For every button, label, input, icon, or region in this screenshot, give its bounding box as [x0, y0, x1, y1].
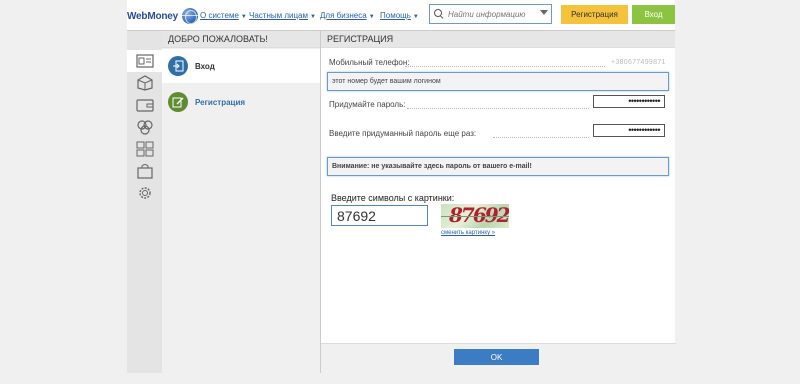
nav-personal[interactable]: Частным лицам ▼ [249, 11, 316, 20]
sidebar-item-calculator[interactable] [127, 138, 162, 160]
main-panel: ДОБРО ПОЖАЛОВАТЬ! Вход Регистрация РЕГИС… [127, 30, 676, 373]
globe-icon [182, 8, 198, 24]
search-box[interactable] [429, 4, 552, 24]
password-repeat-field[interactable]: •••••••••••• [593, 124, 665, 137]
nav-help[interactable]: Помощь ▼ [380, 11, 419, 20]
caret-down-icon: ▼ [368, 14, 375, 20]
search-input[interactable] [448, 9, 536, 19]
left-item-register-label: Регистрация [195, 97, 246, 107]
form-title: РЕГИСТРАЦИЯ [321, 31, 675, 48]
phone-label: Мобильный телефон: [329, 58, 410, 67]
caret-down-icon: ▼ [240, 14, 247, 20]
change-captcha-link[interactable]: сменить картинку » [441, 230, 495, 236]
login-icon [168, 56, 188, 76]
captcha-input[interactable] [331, 205, 428, 226]
wallet-icon [135, 99, 154, 112]
icon-sidebar [127, 31, 162, 373]
register-button[interactable]: Регистрация [561, 5, 628, 24]
nav-help-label: Помощь [380, 11, 411, 20]
ok-button[interactable]: OK [454, 349, 539, 365]
phone-hint: этот номер будет вашим логином [327, 72, 669, 91]
left-item-login-label: Вход [195, 61, 215, 71]
caret-down-icon: ▼ [310, 14, 316, 20]
sidebar-item-wallet[interactable] [127, 94, 162, 116]
sidebar-item-users[interactable] [127, 116, 162, 138]
users-icon [136, 120, 153, 135]
password-repeat-label: Введите придуманный пароль еще раз: [329, 129, 477, 138]
captcha-label: Введите символы с картинки: [331, 193, 455, 203]
phone-value: +380677499871 [611, 59, 666, 66]
password-field[interactable]: •••••••••••• [593, 95, 665, 108]
nav-personal-label: Частным лицам [249, 11, 309, 20]
nav-about-label: О системе [200, 11, 239, 20]
sidebar-item-shop[interactable] [127, 160, 162, 182]
header: WebMoney О системе ▼ Частным лицам ▼ Для б… [127, 0, 675, 30]
icon-sidebar-head [127, 31, 162, 48]
dotted-leader [493, 137, 589, 138]
email-warning: Внимание: не указывайте здесь пароль от … [327, 157, 669, 176]
nav-about[interactable]: О системе ▼ [200, 11, 247, 20]
password-label: Придумайте пароль: [329, 100, 406, 109]
gear-icon [138, 187, 151, 199]
webmoney-logo[interactable]: WebMoney [127, 8, 198, 24]
calculator-icon [136, 141, 153, 157]
login-button[interactable]: Вход [632, 5, 675, 24]
registration-form: РЕГИСТРАЦИЯ Мобильный телефон: +38067749… [320, 31, 676, 373]
box-icon [136, 75, 153, 91]
left-item-login[interactable]: Вход [162, 49, 320, 83]
search-icon [434, 9, 444, 19]
shopping-bag-icon [136, 164, 153, 179]
nav-business-label: Для бизнеса [320, 11, 367, 20]
id-card-icon [135, 54, 154, 68]
nav-business[interactable]: Для бизнеса ▼ [320, 11, 375, 20]
welcome-column: ДОБРО ПОЖАЛОВАТЬ! Вход Регистрация [162, 31, 325, 373]
edit-icon [168, 92, 188, 112]
dotted-leader [407, 108, 589, 109]
caret-down-icon: ▼ [412, 14, 419, 20]
welcome-title: ДОБРО ПОЖАЛОВАТЬ! [162, 31, 320, 48]
sidebar-item-settings[interactable] [127, 182, 162, 204]
chevron-down-icon[interactable] [540, 10, 548, 15]
sidebar-item-id-card[interactable] [127, 50, 162, 72]
logo-text: WebMoney [127, 10, 178, 22]
captcha-image: 87692 [441, 204, 509, 228]
sidebar-item-box[interactable] [127, 72, 162, 94]
captcha-image-text: 87692 [449, 204, 509, 227]
left-item-register[interactable]: Регистрация [162, 85, 325, 119]
dotted-leader [405, 66, 605, 67]
